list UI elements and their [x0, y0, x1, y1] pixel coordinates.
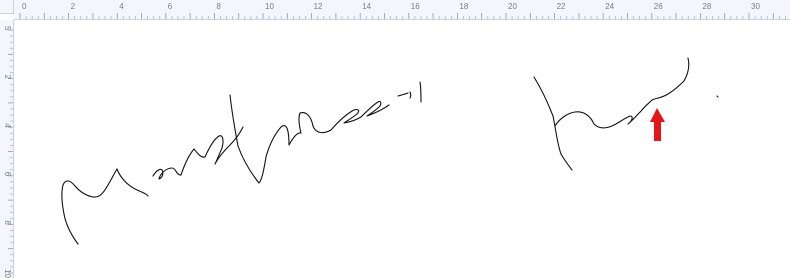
ruler-label: 10	[265, 2, 274, 11]
ruler-label: 8	[3, 220, 12, 225]
signature-canvas[interactable]	[15, 21, 790, 278]
red-up-arrow-icon	[650, 108, 665, 141]
signature-editor: 0 2 4 6 8 10 12 14 16 18 20 22 24 26 28 30 5 2 4 6 8 10	[0, 0, 790, 278]
ink-dot	[716, 95, 719, 98]
ruler-label: 24	[605, 2, 614, 11]
ruler-label: 4	[3, 123, 12, 128]
ink-stroke-a	[116, 167, 182, 197]
signature-drawing[interactable]	[15, 21, 790, 278]
vertical-ruler-ticks: 5 2 4 6 8 10	[3, 26, 13, 278]
vertical-ruler: 5 2 4 6 8 10	[0, 20, 14, 278]
ruler-label: 4	[119, 2, 124, 11]
ink-stroke-e2	[360, 100, 390, 118]
ruler-label: 14	[362, 2, 371, 11]
ruler-label: 2	[71, 2, 76, 11]
ruler-label: 0	[22, 2, 27, 11]
ink-stroke-e1	[330, 109, 362, 131]
ruler-label: 22	[557, 2, 566, 11]
ink-stroke-t	[397, 81, 422, 103]
ruler-corner	[0, 0, 14, 14]
ruler-label: 6	[168, 2, 173, 11]
ruler-label: 18	[459, 2, 468, 11]
ruler-label: 5	[3, 26, 12, 31]
horizontal-ruler-ticks: 0 2 4 6 8 10 12 14 16 18 20 22 24 26 28 30	[19, 2, 786, 19]
ruler-label: 6	[3, 172, 12, 177]
ruler-label: 28	[702, 2, 711, 11]
ruler-label: 8	[216, 2, 221, 11]
ruler-label: 30	[751, 2, 760, 11]
ink-stroke-r	[298, 112, 332, 134]
ruler-label: 2	[3, 75, 12, 80]
ink-stroke-p-stem	[229, 94, 302, 184]
ink-stroke-k-arm	[554, 57, 690, 129]
ruler-label: 12	[314, 2, 323, 11]
ink-stroke-n	[180, 126, 244, 176]
horizontal-ruler: 0 2 4 6 8 10 12 14 16 18 20 22 24 26 28 30	[14, 0, 790, 20]
ruler-label: 26	[654, 2, 663, 11]
ruler-label: 16	[411, 2, 420, 11]
ruler-label: 10	[3, 269, 12, 278]
ink-stroke-m	[61, 168, 118, 245]
ruler-label: 20	[508, 2, 517, 11]
ink-stroke-k-stem	[533, 76, 573, 171]
